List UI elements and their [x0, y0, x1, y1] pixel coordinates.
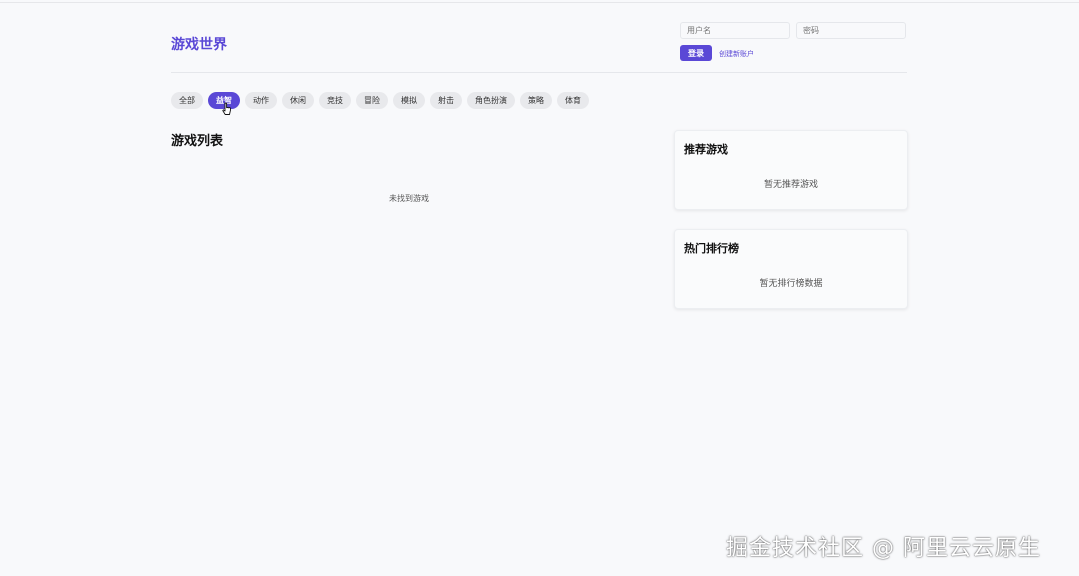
game-list-title: 游戏列表 — [171, 134, 224, 149]
mouse-pointer-icon — [222, 102, 231, 115]
filter-chip-competitive[interactable]: 竞技 — [319, 92, 351, 109]
username-input[interactable] — [680, 22, 790, 39]
brand-title[interactable]: 游戏世界 — [171, 34, 227, 54]
site-header: 游戏世界 登录 创建新账户 — [171, 18, 907, 73]
leaderboard-empty-message: 暂无排行榜数据 — [759, 279, 823, 289]
filter-chip-strategy[interactable]: 策略 — [520, 92, 552, 109]
filter-chip-all[interactable]: 全部 — [171, 92, 203, 109]
recommended-games-card: 推荐游戏 暂无推荐游戏 — [674, 130, 908, 210]
auth-panel: 登录 创建新账户 — [680, 22, 907, 62]
filter-chip-simulation[interactable]: 模拟 — [393, 92, 425, 109]
top-divider — [0, 2, 1079, 3]
recommended-games-title: 推荐游戏 — [684, 143, 728, 156]
leaderboard-title: 热门排行榜 — [684, 242, 739, 255]
register-link[interactable]: 创建新账户 — [719, 49, 754, 59]
page: 游戏世界 登录 创建新账户 全部 益智 动作 休闲 竞技 冒险 模拟 射击 角色… — [0, 0, 1079, 576]
filter-chip-shooter[interactable]: 射击 — [430, 92, 462, 109]
login-button[interactable]: 登录 — [680, 45, 712, 61]
filter-chip-rpg[interactable]: 角色扮演 — [467, 92, 515, 109]
leaderboard-card: 热门排行榜 暂无排行榜数据 — [674, 229, 908, 309]
category-filter-bar: 全部 益智 动作 休闲 竞技 冒险 模拟 射击 角色扮演 策略 体育 — [171, 92, 589, 109]
password-input[interactable] — [796, 22, 906, 39]
filter-chip-casual[interactable]: 休闲 — [282, 92, 314, 109]
game-list-empty-message: 未找到游戏 — [389, 194, 429, 203]
filter-chip-action[interactable]: 动作 — [245, 92, 277, 109]
filter-chip-sports[interactable]: 体育 — [557, 92, 589, 109]
filter-chip-adventure[interactable]: 冒险 — [356, 92, 388, 109]
recommended-games-empty-message: 暂无推荐游戏 — [763, 180, 818, 190]
watermark: 掘金技术社区 @ 阿里云云原生 — [726, 536, 1041, 561]
